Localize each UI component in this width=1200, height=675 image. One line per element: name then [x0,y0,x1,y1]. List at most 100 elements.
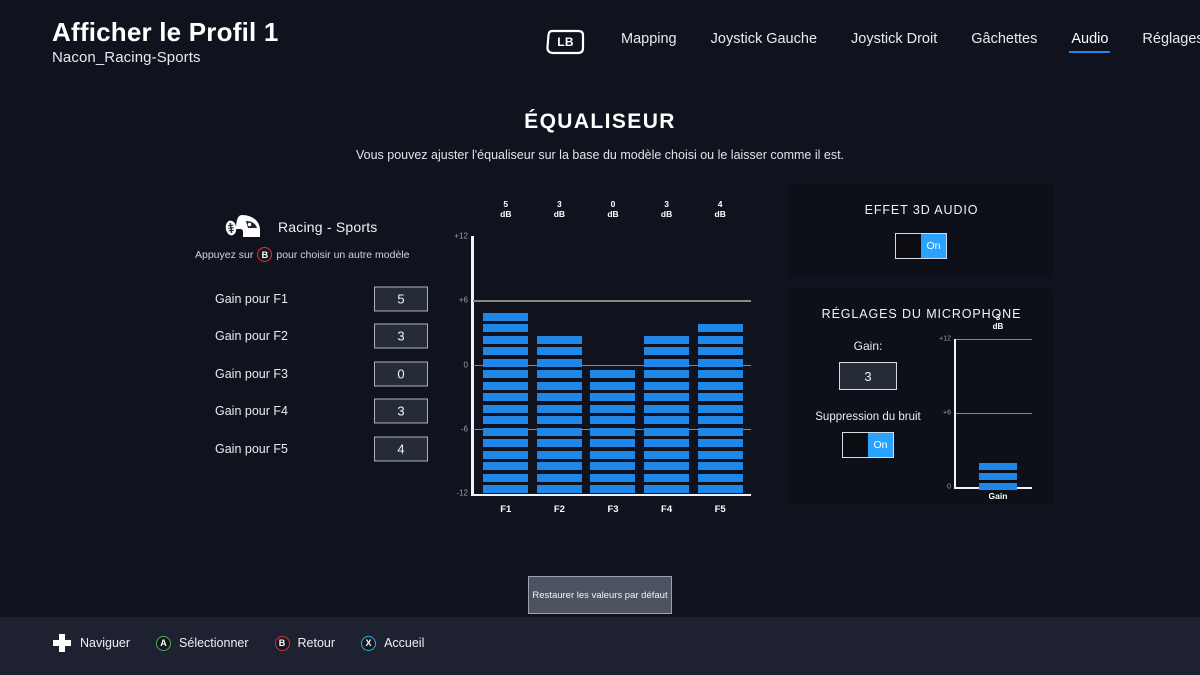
nav-item-mapping[interactable]: Mapping [621,31,677,53]
chart-bar-segment [537,370,582,378]
gain-row-f2[interactable]: Gain pour F2 3 [210,318,370,356]
button-b-icon-footer: B [275,636,290,651]
main-navigation: LB Mapping Joystick Gauche Joystick Droi… [545,28,1200,56]
nav-item-joystick-gauche[interactable]: Joystick Gauche [711,31,817,53]
chart-bar-segment [644,336,689,344]
chart-x-axis [471,494,751,497]
gain-label-f2: Gain pour F2 [215,329,288,343]
gain-row-f1[interactable]: Gain pour F1 5 [210,280,370,318]
hint-navigate[interactable]: Naviguer [52,633,130,653]
hint-home-label: Accueil [384,636,424,650]
chart-bar-segment [537,485,582,493]
equalizer-description: Vous pouvez ajuster l'équaliseur sur la … [0,148,1200,162]
chart-bar-segment [698,336,743,344]
panel-3d-audio-title: EFFET 3D AUDIO [789,203,1054,217]
chart-bar-segment [698,405,743,413]
chart-bar-segment [590,382,635,390]
chart-bar-segment [590,370,635,378]
chart-bar-segment [698,451,743,459]
chart-bar-segment [644,370,689,378]
restore-defaults-button[interactable]: Restaurer les valeurs par défaut [528,576,672,614]
chart-bars: 5dBF13dBF20dBF33dBF44dBF5 [479,236,747,493]
chart-bar-segments [483,313,528,494]
gain-input-f4[interactable]: 3 [374,399,428,424]
chart-bar-segment [590,439,635,447]
gain-label-f5: Gain pour F5 [215,442,288,456]
toggle-3d-audio[interactable]: On [895,233,947,259]
chart-bar-segment [698,382,743,390]
nav-item-audio[interactable]: Audio [1071,31,1108,53]
chart-bar-column: 3dBF2 [533,236,587,493]
chart-bar-segment [644,439,689,447]
gain-label-f1: Gain pour F1 [215,292,288,306]
model-selector[interactable]: Racing - Sports [222,211,377,243]
hint-home[interactable]: X Accueil [361,636,424,651]
chart-bar-segments [698,324,743,493]
chart-bar-segment [483,439,528,447]
gain-row-f3[interactable]: Gain pour F3 0 [210,355,370,393]
chart-bar-segment [537,451,582,459]
hint-back[interactable]: B Retour [275,636,336,651]
chart-bar-segment [483,474,528,482]
equalizer-heading: ÉQUALISEUR [0,110,1200,134]
chart-y-tick: 0 [464,360,468,369]
chart-bar-segment [537,405,582,413]
microphone-controls: Gain: 3 Suppression du bruit On [813,339,923,458]
equalizer-chart: +12+60-6-12 5dBF13dBF20dBF33dBF44dBF5 [455,236,751,496]
chart-bar-segment [644,347,689,355]
chart-bar-segment [483,416,528,424]
mic-chart-segment [979,473,1017,480]
chart-bar-segment [698,474,743,482]
racing-helmet-icon [222,211,264,243]
toggle-noise-suppression[interactable]: On [842,432,894,458]
mic-gain-label: Gain: [813,339,923,353]
panel-3d-audio: EFFET 3D AUDIO On [789,183,1054,278]
top-bar: Afficher le Profil 1 Nacon_Racing-Sports… [0,0,1200,75]
chart-bar-segment [483,393,528,401]
nav-item-gachettes[interactable]: Gâchettes [971,31,1037,53]
chart-y-tick: -6 [461,424,468,433]
chart-bar-segment [698,428,743,436]
lb-bumper-icon[interactable]: LB [545,28,586,56]
chart-bar-segment [483,462,528,470]
gain-field-list: Gain pour F1 5 Gain pour F2 3 Gain pour … [210,280,370,468]
gain-row-f5[interactable]: Gain pour F5 4 [210,430,370,468]
chart-bar-segment [698,347,743,355]
chart-y-tick: +12 [454,232,468,241]
chart-bar-value-label: 0dB [586,200,640,220]
panel-microphone: RÉGLAGES DU MICROPHONE Gain: 3 Suppressi… [789,289,1054,505]
model-hint-prefix: Appuyez sur [195,249,253,261]
chart-bar-segment [590,462,635,470]
mic-chart-segment [979,463,1017,470]
controller-hints: Naviguer A Sélectionner B Retour X Accue… [52,633,450,653]
chart-y-axis [471,236,474,496]
chart-bar-column: 0dBF3 [586,236,640,493]
chart-x-tick: F5 [693,504,747,515]
gain-input-f3[interactable]: 0 [374,361,428,386]
mic-gain-input[interactable]: 3 [839,362,897,390]
gain-input-f2[interactable]: 3 [374,324,428,349]
chart-bar-segment [483,451,528,459]
chart-bar-segment [644,359,689,367]
gain-row-f4[interactable]: Gain pour F4 3 [210,393,370,431]
nav-item-joystick-droit[interactable]: Joystick Droit [851,31,937,53]
chart-bar-column: 5dBF1 [479,236,533,493]
chart-bar-segment [590,416,635,424]
button-a-icon: A [156,636,171,651]
hint-select-label: Sélectionner [179,636,249,650]
mic-chart-gridline [956,413,1032,414]
nav-item-reglages[interactable]: Réglages [1142,31,1200,53]
chart-bar-value-label: 5dB [479,200,533,220]
mic-chart-gridline [956,339,1032,340]
gain-input-f1[interactable]: 5 [374,286,428,311]
gain-label-f4: Gain pour F4 [215,404,288,418]
chart-bar-segment [537,416,582,424]
hint-back-label: Retour [298,636,336,650]
chart-x-tick: F1 [479,504,533,515]
toggle-noise-off [843,433,868,457]
chart-bar-segment [590,474,635,482]
hint-select[interactable]: A Sélectionner [156,636,249,651]
chart-bar-segment [537,359,582,367]
gain-input-f5[interactable]: 4 [374,436,428,461]
chart-bar-segment [537,393,582,401]
